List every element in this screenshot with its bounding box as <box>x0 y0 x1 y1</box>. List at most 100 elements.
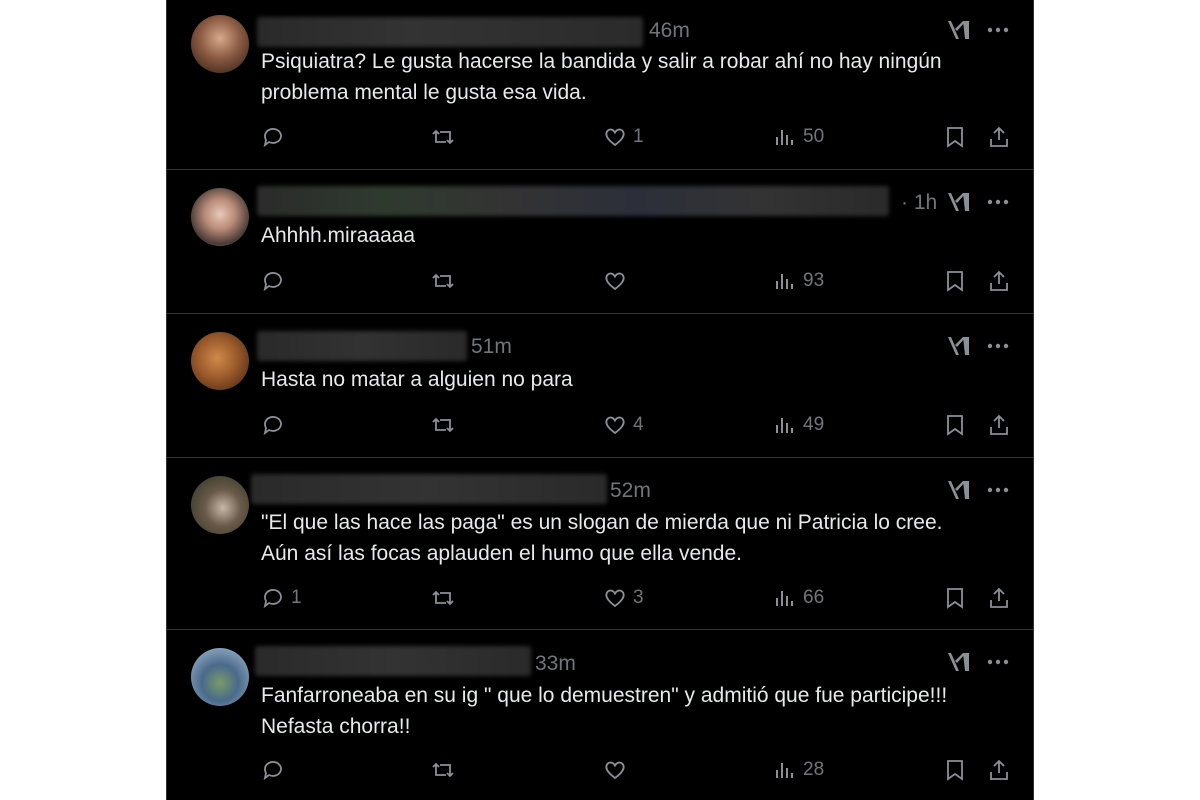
views-button[interactable]: 93 <box>773 266 824 296</box>
tweet[interactable]: 51m Hasta no matar a alguien no para 4 4… <box>167 314 1033 458</box>
grok-icon[interactable] <box>945 333 971 359</box>
retweet-button[interactable] <box>431 410 461 440</box>
share-icon <box>990 126 1008 147</box>
retweet-button[interactable] <box>431 266 461 296</box>
reply-button[interactable] <box>261 122 291 152</box>
share-button[interactable] <box>987 583 1011 613</box>
tweet-text: Hasta no matar a alguien no para <box>261 368 573 391</box>
author-name-blurred[interactable] <box>257 331 467 361</box>
author-name-blurred[interactable] <box>251 474 607 504</box>
views-count: 28 <box>803 759 825 780</box>
author-name-blurred[interactable] <box>255 646 531 676</box>
views-button[interactable]: 49 <box>773 410 824 440</box>
avatar[interactable] <box>191 648 249 706</box>
tweet[interactable]: 46m Psiquiatra? Le gusta hacerse la band… <box>167 0 1033 170</box>
tweet-time[interactable]: · 1h <box>901 190 937 216</box>
share-icon <box>990 270 1008 291</box>
views-count: 66 <box>803 587 825 608</box>
tweet-time[interactable]: 46m <box>649 18 690 44</box>
more-icon[interactable] <box>985 477 1011 503</box>
heart-icon <box>605 128 625 147</box>
retweet-icon <box>432 590 454 606</box>
tweet[interactable]: 52m "El que las hace las paga" es un slo… <box>167 458 1033 630</box>
avatar[interactable] <box>191 15 249 73</box>
share-icon <box>990 587 1008 608</box>
tweet-actions: 28 <box>167 755 1033 785</box>
grok-icon[interactable] <box>945 649 971 675</box>
avatar[interactable] <box>191 188 249 246</box>
share-button[interactable] <box>987 410 1011 440</box>
reply-button[interactable]: 1 <box>261 583 302 613</box>
reply-icon <box>263 589 282 609</box>
reply-feed: 46m Psiquiatra? Le gusta hacerse la band… <box>166 0 1034 800</box>
views-icon <box>776 418 793 433</box>
more-icon[interactable] <box>985 649 1011 675</box>
views-icon <box>776 591 793 606</box>
like-count: 3 <box>633 587 644 608</box>
tweet-actions: 93 <box>167 266 1033 296</box>
like-button[interactable] <box>603 266 633 296</box>
like-count: 4 <box>633 414 644 435</box>
views-count: 49 <box>803 414 825 435</box>
avatar[interactable] <box>191 476 249 534</box>
reply-button[interactable] <box>261 410 291 440</box>
share-button[interactable] <box>987 266 1011 296</box>
grok-icon[interactable] <box>945 477 971 503</box>
views-icon <box>776 130 793 145</box>
bookmark-button[interactable] <box>943 266 967 296</box>
tweet[interactable]: 33m Fanfarroneaba en su ig " que lo demu… <box>167 630 1033 800</box>
tweet-text: "El que las hace las paga" es un slogan … <box>261 511 943 565</box>
share-button[interactable] <box>987 122 1011 152</box>
retweet-icon <box>432 273 454 289</box>
tweet-actions: 4 49 <box>167 410 1033 440</box>
like-count: 1 <box>633 126 644 147</box>
tweet-actions: 1 50 <box>167 122 1033 152</box>
views-button[interactable]: 50 <box>773 122 824 152</box>
more-icon[interactable] <box>985 189 1011 215</box>
retweet-icon <box>432 129 454 145</box>
reply-button[interactable] <box>261 755 291 785</box>
author-name-blurred[interactable] <box>257 186 889 216</box>
tweet-text: Fanfarroneaba en su ig " que lo demuestr… <box>261 684 948 738</box>
avatar[interactable] <box>191 332 249 390</box>
share-icon <box>990 759 1008 780</box>
bookmark-icon <box>947 271 963 292</box>
views-count: 93 <box>803 270 825 291</box>
tweet[interactable]: · 1h Ahhhh.miraaaaa 93 <box>167 170 1033 314</box>
tweet-actions: 1 3 66 <box>167 583 1033 613</box>
tweet-time[interactable]: 33m <box>535 651 576 677</box>
views-button[interactable]: 28 <box>773 755 824 785</box>
like-button[interactable]: 1 <box>603 122 644 152</box>
reply-button[interactable] <box>261 266 291 296</box>
retweet-button[interactable] <box>431 755 461 785</box>
bookmark-icon <box>947 127 963 148</box>
grok-icon[interactable] <box>945 17 971 43</box>
heart-icon <box>605 761 625 780</box>
heart-icon <box>605 589 625 608</box>
retweet-button[interactable] <box>431 583 461 613</box>
tweet-text: Psiquiatra? Le gusta hacerse la bandida … <box>261 50 942 104</box>
tweet-text: Ahhhh.miraaaaa <box>261 224 416 247</box>
views-count: 50 <box>803 126 825 147</box>
bookmark-button[interactable] <box>943 583 967 613</box>
like-button[interactable] <box>603 755 633 785</box>
reply-icon <box>263 272 282 292</box>
author-name-blurred[interactable] <box>257 17 643 47</box>
views-icon <box>776 274 793 289</box>
more-icon[interactable] <box>985 333 1011 359</box>
like-button[interactable]: 4 <box>603 410 644 440</box>
bookmark-button[interactable] <box>943 122 967 152</box>
more-icon[interactable] <box>985 17 1011 43</box>
tweet-time[interactable]: 52m <box>610 478 651 504</box>
grok-icon[interactable] <box>945 189 971 215</box>
views-button[interactable]: 66 <box>773 583 824 613</box>
like-button[interactable]: 3 <box>603 583 644 613</box>
share-button[interactable] <box>987 755 1011 785</box>
bookmark-button[interactable] <box>943 755 967 785</box>
retweet-icon <box>432 417 454 433</box>
retweet-button[interactable] <box>431 122 461 152</box>
bookmark-icon <box>947 415 963 436</box>
tweet-time[interactable]: 51m <box>471 334 512 360</box>
bookmark-button[interactable] <box>943 410 967 440</box>
bookmark-icon <box>947 588 963 609</box>
